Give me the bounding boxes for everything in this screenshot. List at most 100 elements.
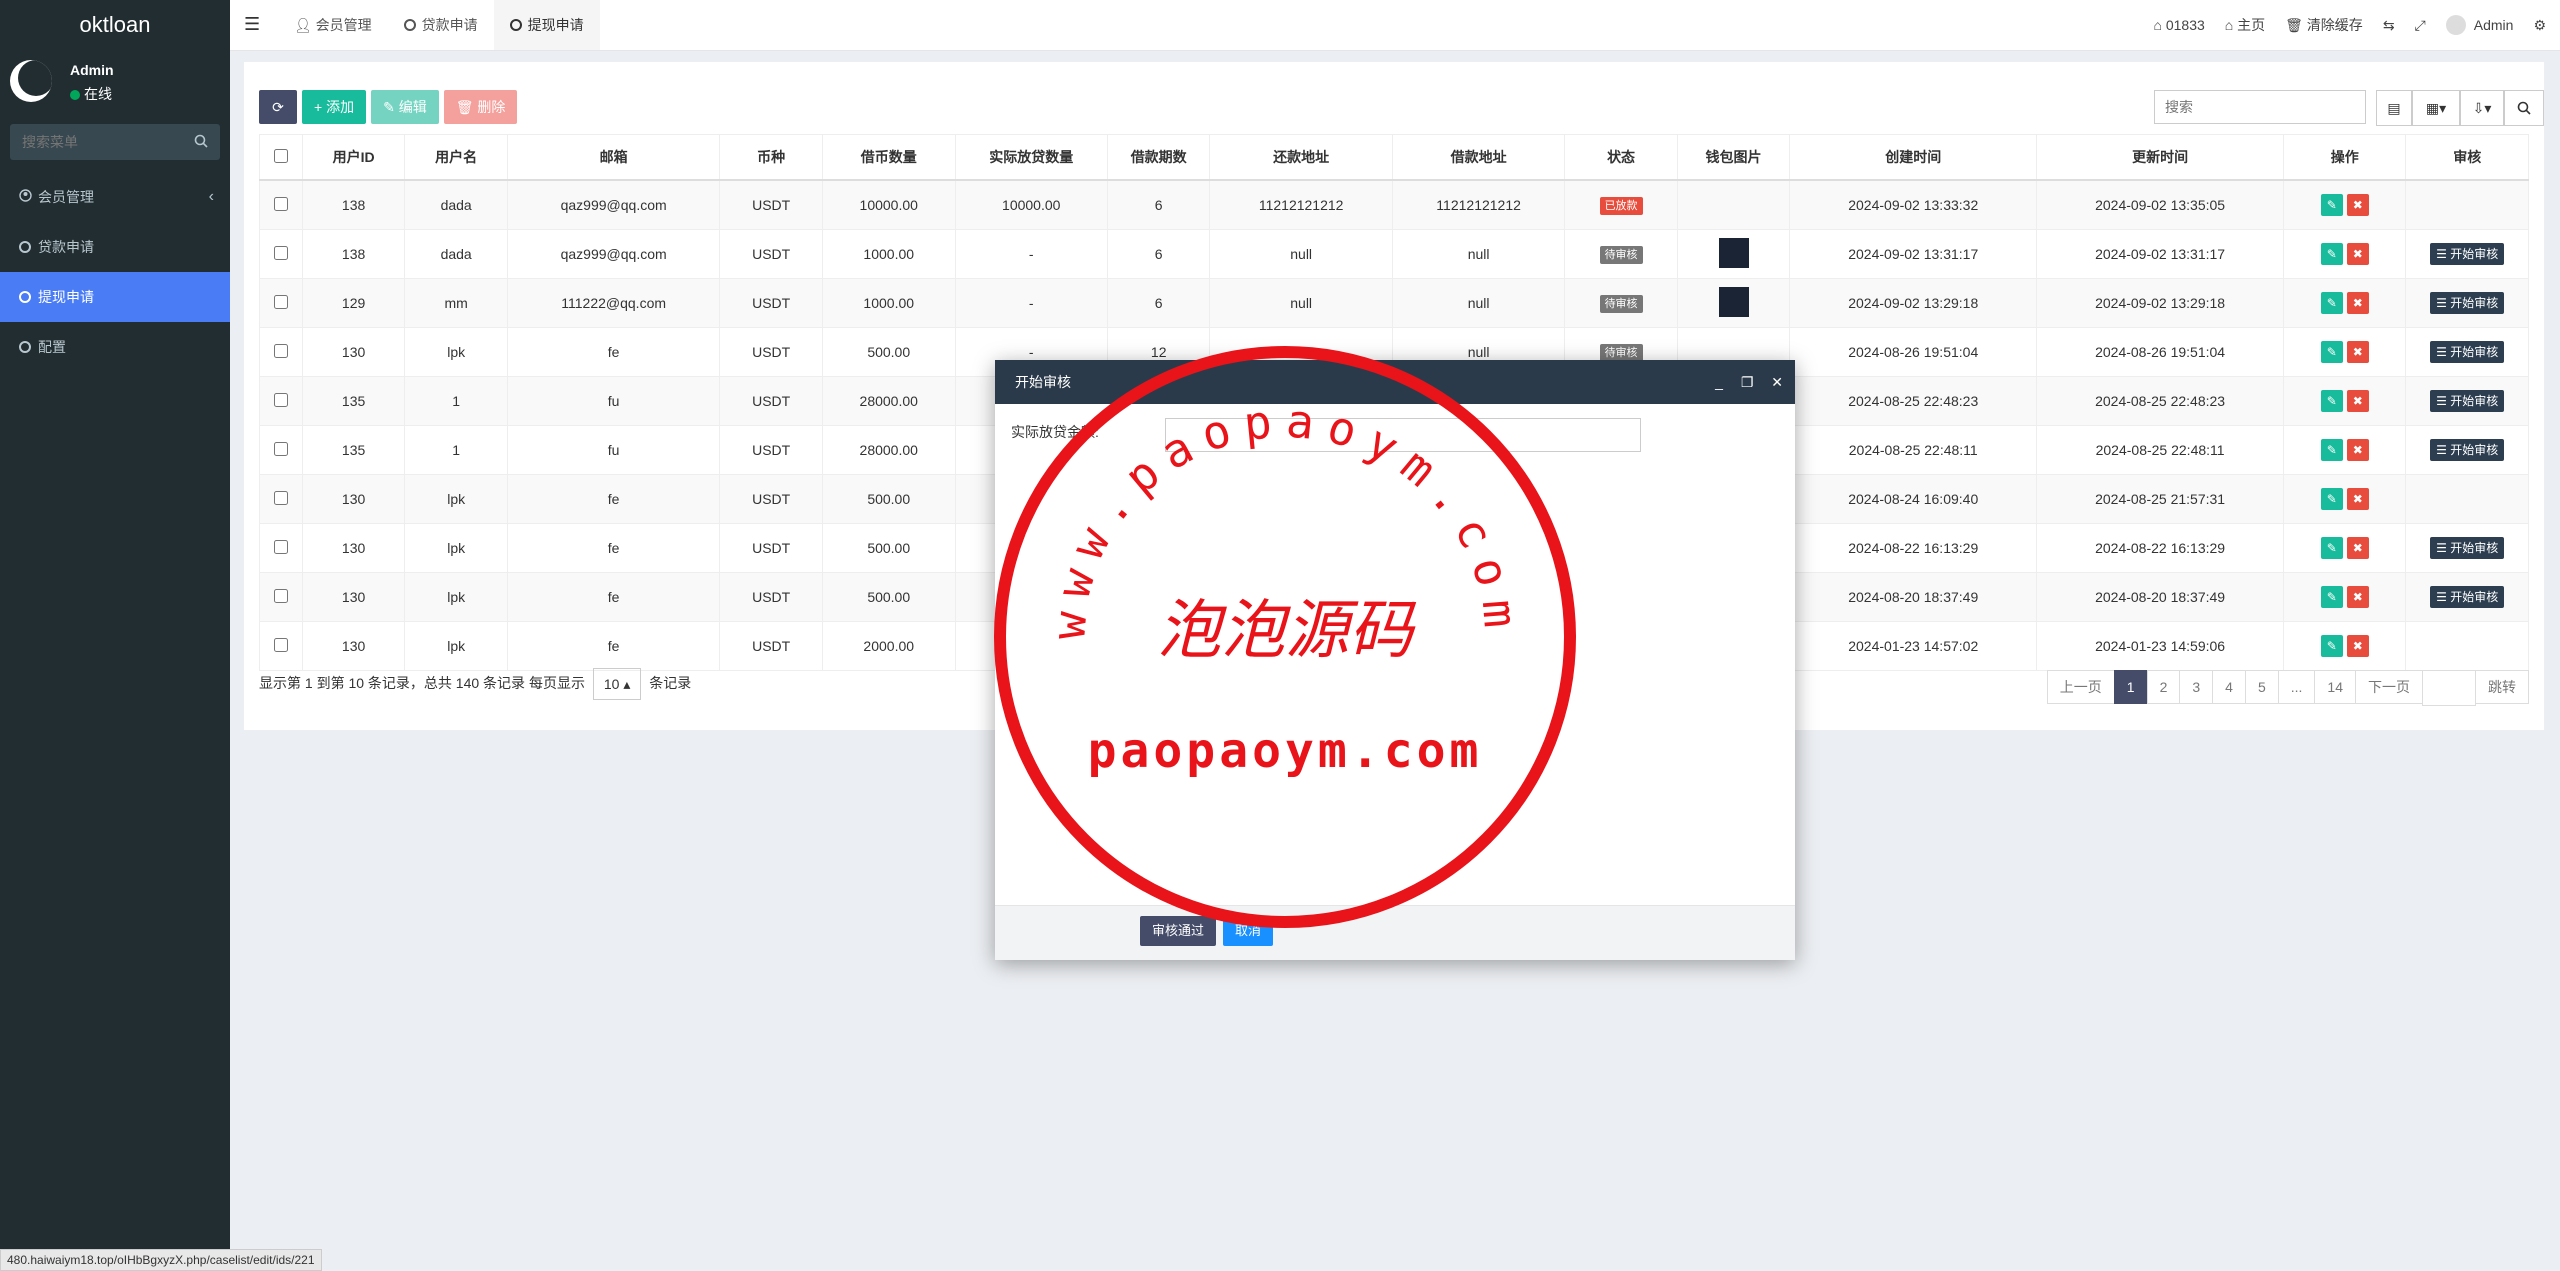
delete-button[interactable]: 🗑︎ 删除 [443,90,518,124]
table-row[interactable]: 138 dada qaz999@qq.com USDT 10000.00 10000.00… [259,179,2529,230]
sidebar-search-input[interactable] [10,124,214,160]
wallet-image[interactable] [1718,286,1749,317]
col-header[interactable]: 更新时间 [2036,134,2285,181]
cancel-button[interactable]: 取消 [1223,916,1274,946]
page-size-select[interactable]: 10 ▴ [592,668,642,701]
tab-loan[interactable]: 贷款申请 [388,0,494,50]
delete-row-button[interactable]: ✖ [2346,390,2369,412]
row-checkbox[interactable] [273,539,288,554]
edit-row-button[interactable]: ✎ [2320,292,2343,314]
edit-row-button[interactable]: ✎ [2320,390,2343,412]
edit-row-button[interactable]: ✎ [2320,488,2343,510]
row-checkbox[interactable] [273,588,288,603]
col-header[interactable]: 用户名 [404,134,508,181]
next-page-button[interactable]: 下一页 [2355,670,2423,704]
row-checkbox[interactable] [273,294,288,309]
tab-withdraw[interactable]: 提现申请 [493,0,600,50]
page-button[interactable]: 2 [2146,670,2181,704]
add-button[interactable]: + 添加 [302,90,367,124]
jump-page-input[interactable] [2422,670,2476,706]
row-checkbox[interactable] [273,490,288,505]
columns-button[interactable]: ▦▾ [2412,90,2460,126]
delete-row-button[interactable]: ✖ [2346,341,2369,363]
start-audit-button[interactable]: ☰ 开始审核 [2430,243,2505,265]
app-logo[interactable]: oktloan [0,0,230,50]
col-header[interactable]: 借款地址 [1391,134,1566,181]
col-header[interactable]: 用户ID [301,134,406,181]
clear-cache-link[interactable]: 🗑︎ 清除缓存 [2285,15,2363,35]
actual-amount-input[interactable] [1165,418,1641,452]
edit-row-button[interactable]: ✎ [2320,194,2343,216]
page-button[interactable]: 3 [2179,670,2214,704]
edit-row-button[interactable]: ✎ [2320,537,2343,559]
start-audit-button[interactable]: ☰ 开始审核 [2430,586,2505,608]
delete-row-button[interactable]: ✖ [2346,586,2369,608]
maximize-icon[interactable]: ❐ [1741,374,1754,390]
row-checkbox[interactable] [273,392,288,407]
table-row[interactable]: 129 mm 111222@qq.com USDT 1000.00-6 null null 待… [259,278,2529,328]
menu-toggle-icon[interactable]: ☰ [244,14,260,35]
table-row[interactable]: 138 dada qaz999@qq.com USDT 1000.00-6 null nul… [259,229,2529,279]
edit-row-button[interactable]: ✎ [2320,243,2343,265]
table-search-input[interactable] [2154,90,2366,124]
edit-row-button[interactable]: ✎ [2320,341,2343,363]
wallet-image[interactable] [1718,237,1749,268]
settings-icon[interactable]: ⚙ [2533,17,2546,34]
delete-row-button[interactable]: ✖ [2346,243,2369,265]
export-button[interactable]: ⇩▾ [2460,90,2504,126]
start-audit-button[interactable]: ☰ 开始审核 [2430,292,2505,314]
col-header[interactable]: 邮箱 [506,134,721,181]
search-button[interactable] [2504,90,2544,126]
row-checkbox[interactable] [273,343,288,358]
sidebar-item-withdraw[interactable]: 提现申请 [0,272,230,322]
start-audit-button[interactable]: ☰ 开始审核 [2430,341,2505,363]
col-header[interactable]: 币种 [719,134,823,181]
minimize-icon[interactable]: _ [1715,374,1723,390]
fullscreen-icon[interactable]: ⤢ [2415,17,2426,34]
start-audit-button[interactable]: ☰ 开始审核 [2430,390,2505,412]
row-checkbox[interactable] [273,196,288,211]
col-header[interactable]: 借款期数 [1106,134,1211,181]
close-icon[interactable]: ✕ [1771,374,1783,390]
delete-row-button[interactable]: ✖ [2346,488,2369,510]
delete-row-button[interactable]: ✖ [2346,292,2369,314]
edit-row-button[interactable]: ✎ [2320,635,2343,657]
page-button[interactable]: 5 [2244,670,2279,704]
col-header[interactable]: 状态 [1564,134,1678,181]
start-audit-button[interactable]: ☰ 开始审核 [2430,439,2505,461]
sidebar-item-loan[interactable]: 贷款申请 [0,222,230,272]
row-checkbox[interactable] [273,245,288,260]
row-checkbox[interactable] [273,637,288,652]
sidebar-item-config[interactable]: 配置 [0,322,230,372]
page-button[interactable]: 14 [2314,670,2356,704]
page-button[interactable]: 1 [2113,670,2148,704]
col-header[interactable]: 钱包图片 [1676,134,1791,181]
delete-row-button[interactable]: ✖ [2346,439,2369,461]
edit-row-button[interactable]: ✎ [2320,439,2343,461]
refresh-button[interactable]: ⟳ [259,90,297,124]
translate-icon[interactable]: ⇆ [2383,17,2395,34]
admin-menu[interactable]: Admin [2445,15,2513,35]
start-audit-button[interactable]: ☰ 开始审核 [2430,537,2505,559]
row-checkbox[interactable] [273,441,288,456]
search-icon[interactable] [194,134,208,151]
delete-row-button[interactable]: ✖ [2346,194,2369,216]
jump-button[interactable]: 跳转 [2475,670,2529,704]
col-header[interactable]: 还款地址 [1209,134,1393,181]
col-header[interactable]: 实际放贷数量 [954,134,1108,181]
header-code[interactable]: ⌂ 01833 [2153,17,2204,33]
toggle-view-button[interactable]: ▤ [2376,90,2412,126]
col-header[interactable]: 借币数量 [821,134,956,181]
edit-row-button[interactable]: ✎ [2320,586,2343,608]
select-all-checkbox[interactable] [273,148,288,163]
sidebar-item-members[interactable]: 会员管理 ‹ [0,172,230,222]
delete-row-button[interactable]: ✖ [2346,635,2369,657]
home-link[interactable]: ⌂ 主页 [2225,15,2265,35]
delete-row-button[interactable]: ✖ [2346,537,2369,559]
page-button[interactable]: 4 [2212,670,2246,704]
tab-members[interactable]: 👤︎ 会员管理 [278,0,388,50]
col-header[interactable]: 创建时间 [1789,134,2038,181]
edit-button[interactable]: ✎ 编辑 [371,90,439,124]
approve-button[interactable]: 审核通过 [1140,916,1217,946]
prev-page-button[interactable]: 上一页 [2046,670,2115,704]
